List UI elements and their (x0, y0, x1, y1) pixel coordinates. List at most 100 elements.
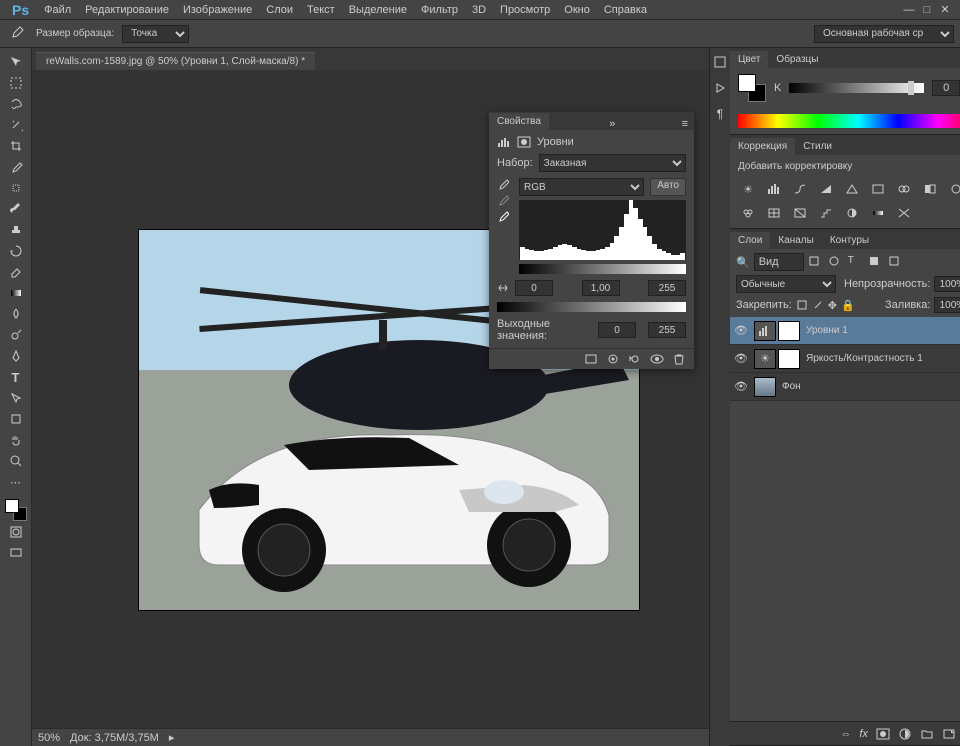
exposure-adj-icon[interactable] (816, 180, 836, 198)
input-gradient[interactable] (519, 264, 686, 274)
output-white[interactable] (648, 322, 686, 338)
menu-image[interactable]: Изображение (176, 4, 259, 16)
zoom-value[interactable]: 50% (38, 732, 60, 744)
screenmode-icon[interactable] (4, 543, 28, 563)
eraser-tool-icon[interactable] (4, 262, 28, 282)
panel-menu-icon[interactable]: ≡ (676, 118, 694, 130)
k-slider[interactable] (789, 83, 924, 93)
input-black[interactable] (515, 280, 553, 296)
visibility-icon[interactable]: 👁 (734, 352, 748, 365)
layer-thumb[interactable] (754, 377, 776, 397)
channelmixer-adj-icon[interactable] (738, 204, 758, 222)
new-group-icon[interactable] (920, 728, 934, 740)
preset-select[interactable]: Заказная (539, 154, 686, 172)
filter-shape-icon[interactable] (868, 255, 882, 269)
layer-name[interactable]: Фон (782, 381, 801, 392)
selective-adj-icon[interactable] (894, 204, 914, 222)
heal-tool-icon[interactable] (4, 178, 28, 198)
filter-pixel-icon[interactable] (808, 255, 822, 269)
menu-filter[interactable]: Фильтр (414, 4, 465, 16)
tab-paths[interactable]: Контуры (822, 232, 877, 249)
filter-type-icon[interactable]: T (848, 255, 862, 269)
color-swatch[interactable] (5, 499, 27, 521)
reset-icon[interactable] (628, 353, 642, 365)
character-panel-icon[interactable]: ¶ (710, 104, 730, 124)
spectrum-bar[interactable] (738, 114, 960, 128)
type-tool-icon[interactable]: T (4, 367, 28, 387)
fill-value[interactable] (934, 297, 960, 313)
menu-view[interactable]: Просмотр (493, 4, 557, 16)
dodge-tool-icon[interactable] (4, 325, 28, 345)
lock-all-icon[interactable]: 🔒 (841, 299, 855, 312)
actions-panel-icon[interactable] (710, 78, 730, 98)
trash-icon[interactable] (672, 353, 686, 365)
minimize-icon[interactable]: — (904, 5, 914, 15)
menu-window[interactable]: Окно (557, 4, 597, 16)
menu-edit[interactable]: Редактирование (78, 4, 176, 16)
lasso-tool-icon[interactable] (4, 94, 28, 114)
close-icon[interactable]: ✕ (940, 5, 950, 15)
input-gamma[interactable] (582, 280, 620, 296)
visibility-icon[interactable]: 👁 (734, 380, 748, 393)
blur-tool-icon[interactable] (4, 304, 28, 324)
toggle-visibility-icon[interactable] (650, 353, 664, 365)
menu-text[interactable]: Текст (300, 4, 342, 16)
maximize-icon[interactable]: □ (922, 5, 932, 15)
input-white[interactable] (648, 280, 686, 296)
sample-size-select[interactable]: Точка (122, 25, 189, 43)
channel-select[interactable]: RGB (519, 178, 644, 196)
wand-tool-icon[interactable] (4, 115, 28, 135)
quickmask-icon[interactable] (4, 522, 28, 542)
gray-eyedropper-icon[interactable] (497, 194, 513, 206)
link-layers-icon[interactable]: ⇔ (840, 728, 851, 740)
gradientmap-adj-icon[interactable] (868, 204, 888, 222)
doc-tab[interactable]: reWalls.com-1589.jpg @ 50% (Уровни 1, Сл… (36, 52, 315, 70)
path-select-tool-icon[interactable] (4, 388, 28, 408)
vibrance-adj-icon[interactable] (842, 180, 862, 198)
brush-tool-icon[interactable] (4, 199, 28, 219)
invert-adj-icon[interactable] (790, 204, 810, 222)
clip-icon[interactable] (584, 353, 598, 365)
eyedropper-tool-icon[interactable] (6, 23, 28, 45)
layer-row[interactable]: 👁 Уровни 1 (730, 317, 960, 345)
layer-name[interactable]: Яркость/Контрастность 1 (806, 353, 923, 364)
tab-styles[interactable]: Стили (795, 138, 840, 155)
colorbalance-adj-icon[interactable] (894, 180, 914, 198)
threshold-adj-icon[interactable] (842, 204, 862, 222)
layer-mask-thumb[interactable] (778, 349, 800, 369)
white-eyedropper-icon[interactable] (497, 210, 513, 222)
tab-properties[interactable]: Свойства (489, 113, 549, 130)
brightness-adj-icon[interactable]: ☀ (738, 180, 758, 198)
lock-brush-icon[interactable] (812, 299, 824, 311)
bw-adj-icon[interactable] (920, 180, 940, 198)
menu-file[interactable]: Файл (37, 4, 78, 16)
new-adjustment-icon[interactable] (898, 728, 912, 740)
layer-name[interactable]: Уровни 1 (806, 325, 848, 336)
output-black[interactable] (598, 322, 636, 338)
stamp-tool-icon[interactable] (4, 220, 28, 240)
edit-toolbar-icon[interactable]: ⋯ (4, 472, 28, 492)
scrub-icon[interactable] (497, 282, 509, 294)
shape-tool-icon[interactable] (4, 409, 28, 429)
menu-select[interactable]: Выделение (342, 4, 414, 16)
menu-3d[interactable]: 3D (465, 4, 493, 16)
tab-adjustments[interactable]: Коррекция (730, 138, 795, 155)
blend-mode-select[interactable]: Обычные (736, 275, 836, 293)
gradient-tool-icon[interactable] (4, 283, 28, 303)
menu-layers[interactable]: Слои (259, 4, 300, 16)
zoom-tool-icon[interactable] (4, 451, 28, 471)
curves-adj-icon[interactable] (790, 180, 810, 198)
fx-icon[interactable]: fx (859, 728, 868, 740)
marquee-tool-icon[interactable] (4, 73, 28, 93)
history-panel-icon[interactable] (710, 52, 730, 72)
eyedropper-tool-icon[interactable] (4, 157, 28, 177)
hand-tool-icon[interactable] (4, 430, 28, 450)
k-value[interactable] (932, 80, 960, 96)
tab-swatches[interactable]: Образцы (768, 51, 826, 68)
lock-move-icon[interactable]: ✥ (828, 299, 837, 312)
filter-adj-icon[interactable] (828, 255, 842, 269)
color-swatch[interactable] (738, 74, 766, 102)
levels-adj-icon[interactable] (764, 180, 784, 198)
pen-tool-icon[interactable] (4, 346, 28, 366)
tab-color[interactable]: Цвет (730, 51, 768, 68)
